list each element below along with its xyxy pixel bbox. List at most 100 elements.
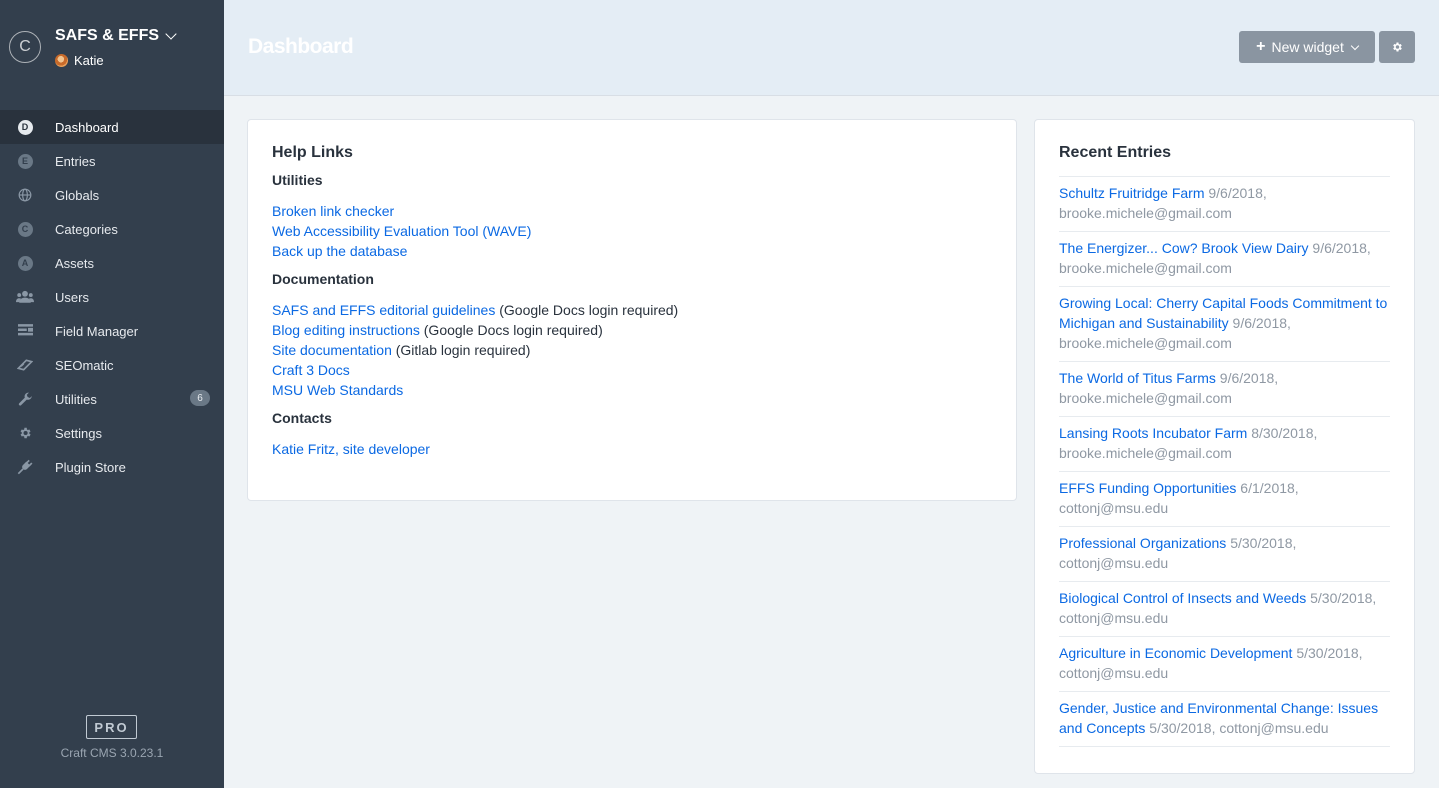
dashboard-settings-button[interactable] [1379,31,1415,63]
nav-item-label: Categories [55,221,118,237]
link-note: (Google Docs login required) [495,302,679,318]
chevron-down-icon [1350,41,1360,50]
list-item: Lansing Roots Incubator Farm 8/30/2018, … [1059,416,1390,471]
main-nav: D Dashboard E Entries Globals C Categories A Ass… [0,110,224,484]
widget-title: Recent Entries [1059,144,1172,161]
nav-item-entries[interactable]: E Entries [0,144,224,178]
list-item: Biological Control of Insects and Weeds … [1059,581,1390,636]
nav-item-settings[interactable]: Settings [0,416,224,450]
count-badge: 6 [190,390,210,406]
entry-link[interactable]: EFFS Funding Opportunities [1059,480,1236,496]
entry-link[interactable]: The World of Titus Farms [1059,370,1216,386]
nav-item-assets[interactable]: A Assets [0,246,224,280]
letter-d-icon: D [16,118,34,136]
utilities-section: Utilities Broken link checker Web Accessi… [272,172,992,261]
list-item: Back up the database [272,241,992,261]
documentation-link[interactable]: Site documentation [272,342,392,358]
sidebar: C SAFS & EFFS Katie D Dashboard E Entries Gl… [0,0,224,788]
help-links-widget: Help Links Utilities Broken link checker… [247,119,1017,501]
new-widget-button[interactable]: + New widget [1239,31,1375,63]
nav-item-plugin-store[interactable]: Plugin Store [0,450,224,484]
entry-link[interactable]: Lansing Roots Incubator Farm [1059,425,1247,441]
user-menu[interactable]: Katie [55,53,104,68]
nav-item-categories[interactable]: C Categories [0,212,224,246]
nav-item-label: Users [55,289,89,305]
letter-a-icon: A [16,254,34,272]
site-name: SAFS & EFFS [55,27,160,44]
nav-item-seomatic[interactable]: SEOmatic [0,348,224,382]
widget-title: Help Links [272,144,353,161]
plug-icon [16,458,34,476]
site-header: C SAFS & EFFS Katie [0,0,224,110]
list-item: The World of Titus Farms 9/6/2018, brook… [1059,361,1390,416]
documentation-links: SAFS and EFFS editorial guidelines (Goog… [272,300,992,400]
list-item: Web Accessibility Evaluation Tool (WAVE) [272,221,992,241]
users-icon [16,288,34,306]
user-name: Katie [74,53,104,68]
contacts-section: Contacts Katie Fritz, site developer [272,410,992,459]
link-note: (Google Docs login required) [419,322,603,338]
list-item: Katie Fritz, site developer [272,439,992,459]
entry-link[interactable]: Growing Local: Cherry Capital Foods Comm… [1059,295,1387,331]
nav-item-label: Entries [55,153,96,169]
edition-badge[interactable]: PRO [86,715,137,739]
chevron-down-icon [165,28,177,40]
plus-icon: + [1256,38,1266,55]
list-item: Blog editing instructions (Google Docs l… [272,320,992,340]
field-manager-icon [16,322,34,340]
list-item: Professional Organizations 5/30/2018, co… [1059,526,1390,581]
list-item: Broken link checker [272,201,992,221]
recent-entries-list: Schultz Fruitridge Farm 9/6/2018, brooke… [1059,176,1390,747]
entry-link[interactable]: The Energizer... Cow? Brook View Dairy [1059,240,1309,256]
documentation-link[interactable]: Blog editing instructions [272,322,420,338]
documentation-link[interactable]: Craft 3 Docs [272,362,350,378]
section-heading: Contacts [272,410,332,426]
list-item: The Energizer... Cow? Brook View Dairy 9… [1059,231,1390,286]
nav-item-label: Assets [55,255,95,271]
letter-c-icon: C [16,220,34,238]
nav-item-utilities[interactable]: Utilities 6 [0,382,224,416]
contact-link[interactable]: Katie Fritz, site developer [272,441,430,457]
list-item: Growing Local: Cherry Capital Foods Comm… [1059,286,1390,361]
entry-link[interactable]: Biological Control of Insects and Weeds [1059,590,1306,606]
letter-e-icon: E [16,152,34,170]
nav-item-label: Utilities [55,391,97,407]
utility-link[interactable]: Web Accessibility Evaluation Tool (WAVE) [272,223,531,239]
nav-item-dashboard[interactable]: D Dashboard [0,110,224,144]
page-header: Dashboard + New widget [224,0,1439,96]
nav-item-globals[interactable]: Globals [0,178,224,212]
list-item: EFFS Funding Opportunities 6/1/2018, cot… [1059,471,1390,526]
utility-link[interactable]: Broken link checker [272,203,394,219]
entry-link[interactable]: Professional Organizations [1059,535,1226,551]
list-item: Craft 3 Docs [272,360,992,380]
avatar [55,54,68,67]
new-widget-label: New widget [1271,39,1344,55]
section-heading: Utilities [272,172,323,188]
list-item: Gender, Justice and Environmental Change… [1059,691,1390,747]
globe-icon [16,186,34,204]
entry-link[interactable]: Schultz Fruitridge Farm [1059,185,1204,201]
seomatic-icon [16,356,34,374]
documentation-link[interactable]: SAFS and EFFS editorial guidelines [272,302,495,318]
gear-icon [1393,42,1402,52]
nav-item-field-manager[interactable]: Field Manager [0,314,224,348]
documentation-section: Documentation SAFS and EFFS editorial gu… [272,271,992,400]
list-item: Schultz Fruitridge Farm 9/6/2018, brooke… [1059,176,1390,231]
entry-meta: 5/30/2018, cottonj@msu.edu [1145,720,1329,736]
page-title: Dashboard [248,35,354,58]
nav-item-label: Dashboard [55,119,119,135]
utilities-links: Broken link checker Web Accessibility Eva… [272,201,992,261]
nav-item-users[interactable]: Users [0,280,224,314]
recent-entries-widget: Recent Entries Schultz Fruitridge Farm 9… [1034,119,1415,774]
entry-link[interactable]: Agriculture in Economic Development [1059,645,1292,661]
list-item: Agriculture in Economic Development 5/30… [1059,636,1390,691]
nav-item-label: Globals [55,187,100,203]
documentation-link[interactable]: MSU Web Standards [272,382,403,398]
utility-link[interactable]: Back up the database [272,243,407,259]
site-logo[interactable]: C [9,31,41,63]
wrench-icon [16,390,34,408]
section-heading: Documentation [272,271,374,287]
contact-links: Katie Fritz, site developer [272,439,992,459]
link-note: (Gitlab login required) [391,342,531,358]
site-switcher[interactable]: SAFS & EFFS [55,27,177,45]
